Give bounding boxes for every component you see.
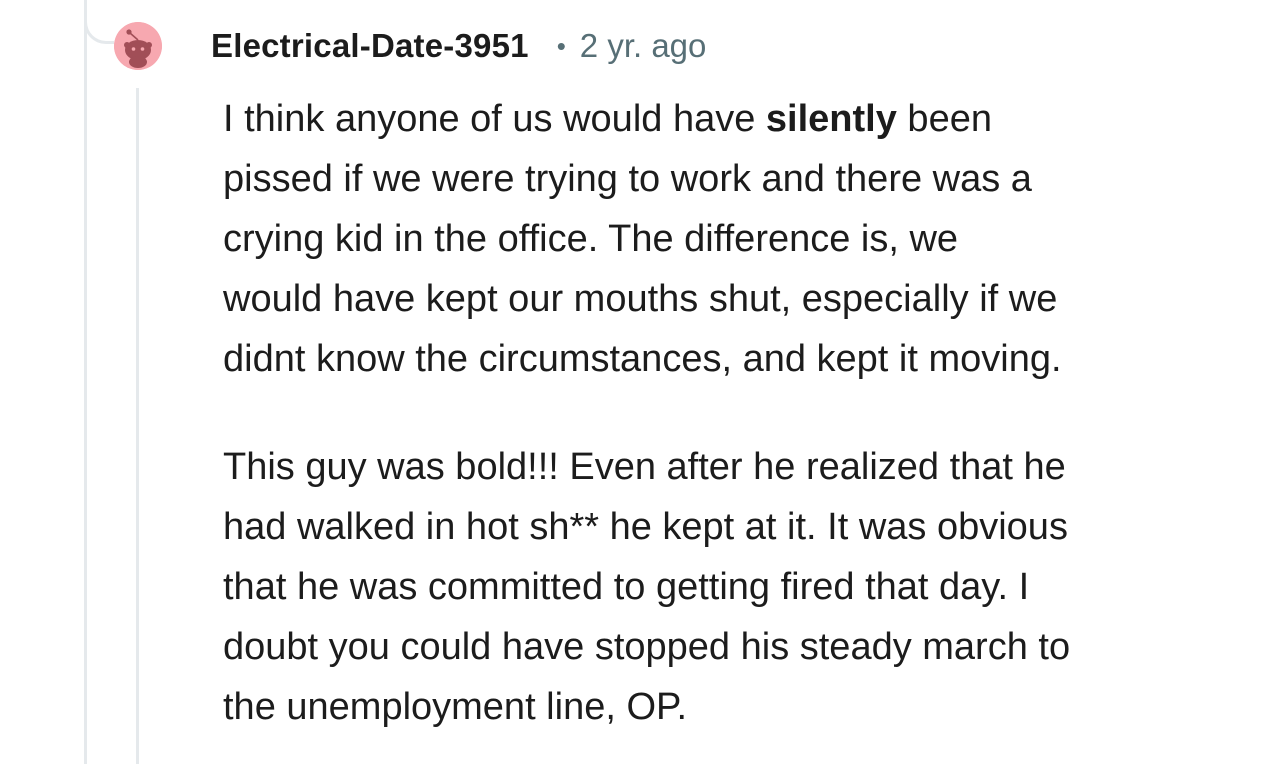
comment-author[interactable]: Electrical-Date-3951: [211, 27, 529, 65]
comment-line: doubt you could have stopped his steady …: [223, 626, 1071, 668]
snoo-avatar-icon[interactable]: [114, 22, 162, 70]
comment-timestamp[interactable]: 2 yr. ago: [580, 27, 707, 65]
comment-body: I think anyone of us would have silently…: [223, 89, 1223, 737]
comment-line: I think anyone of us would have silently…: [223, 89, 1223, 149]
text-segment: been: [896, 98, 992, 140]
text-segment: I think anyone of us would have: [223, 98, 766, 140]
meta-separator: •: [556, 30, 566, 61]
comment-line: had walked in hot sh** he kept at it. It…: [223, 506, 1068, 548]
comment-paragraph: This guy was bold!!! Even after he reali…: [223, 437, 1223, 737]
comment-line: pissed if we were trying to work and the…: [223, 158, 1032, 200]
comment-line: would have kept our mouths shut, especia…: [223, 278, 1058, 320]
comment-paragraph: I think anyone of us would have silently…: [223, 89, 1223, 389]
thread-connector: [84, 0, 114, 44]
comment-line: that he was committed to getting fired t…: [223, 566, 1030, 608]
comment-line: didnt know the circumstances, and kept i…: [223, 338, 1062, 380]
comment-thread-line[interactable]: [136, 88, 139, 764]
comment-header: Electrical-Date-3951 • 2 yr. ago: [211, 24, 706, 68]
comment-line: This guy was bold!!! Even after he reali…: [223, 446, 1066, 488]
bold-text: silently: [765, 98, 897, 140]
parent-thread-line[interactable]: [84, 0, 87, 764]
comment-line: crying kid in the office. The difference…: [223, 218, 959, 260]
comment-line: the unemployment line, OP.: [223, 686, 688, 728]
